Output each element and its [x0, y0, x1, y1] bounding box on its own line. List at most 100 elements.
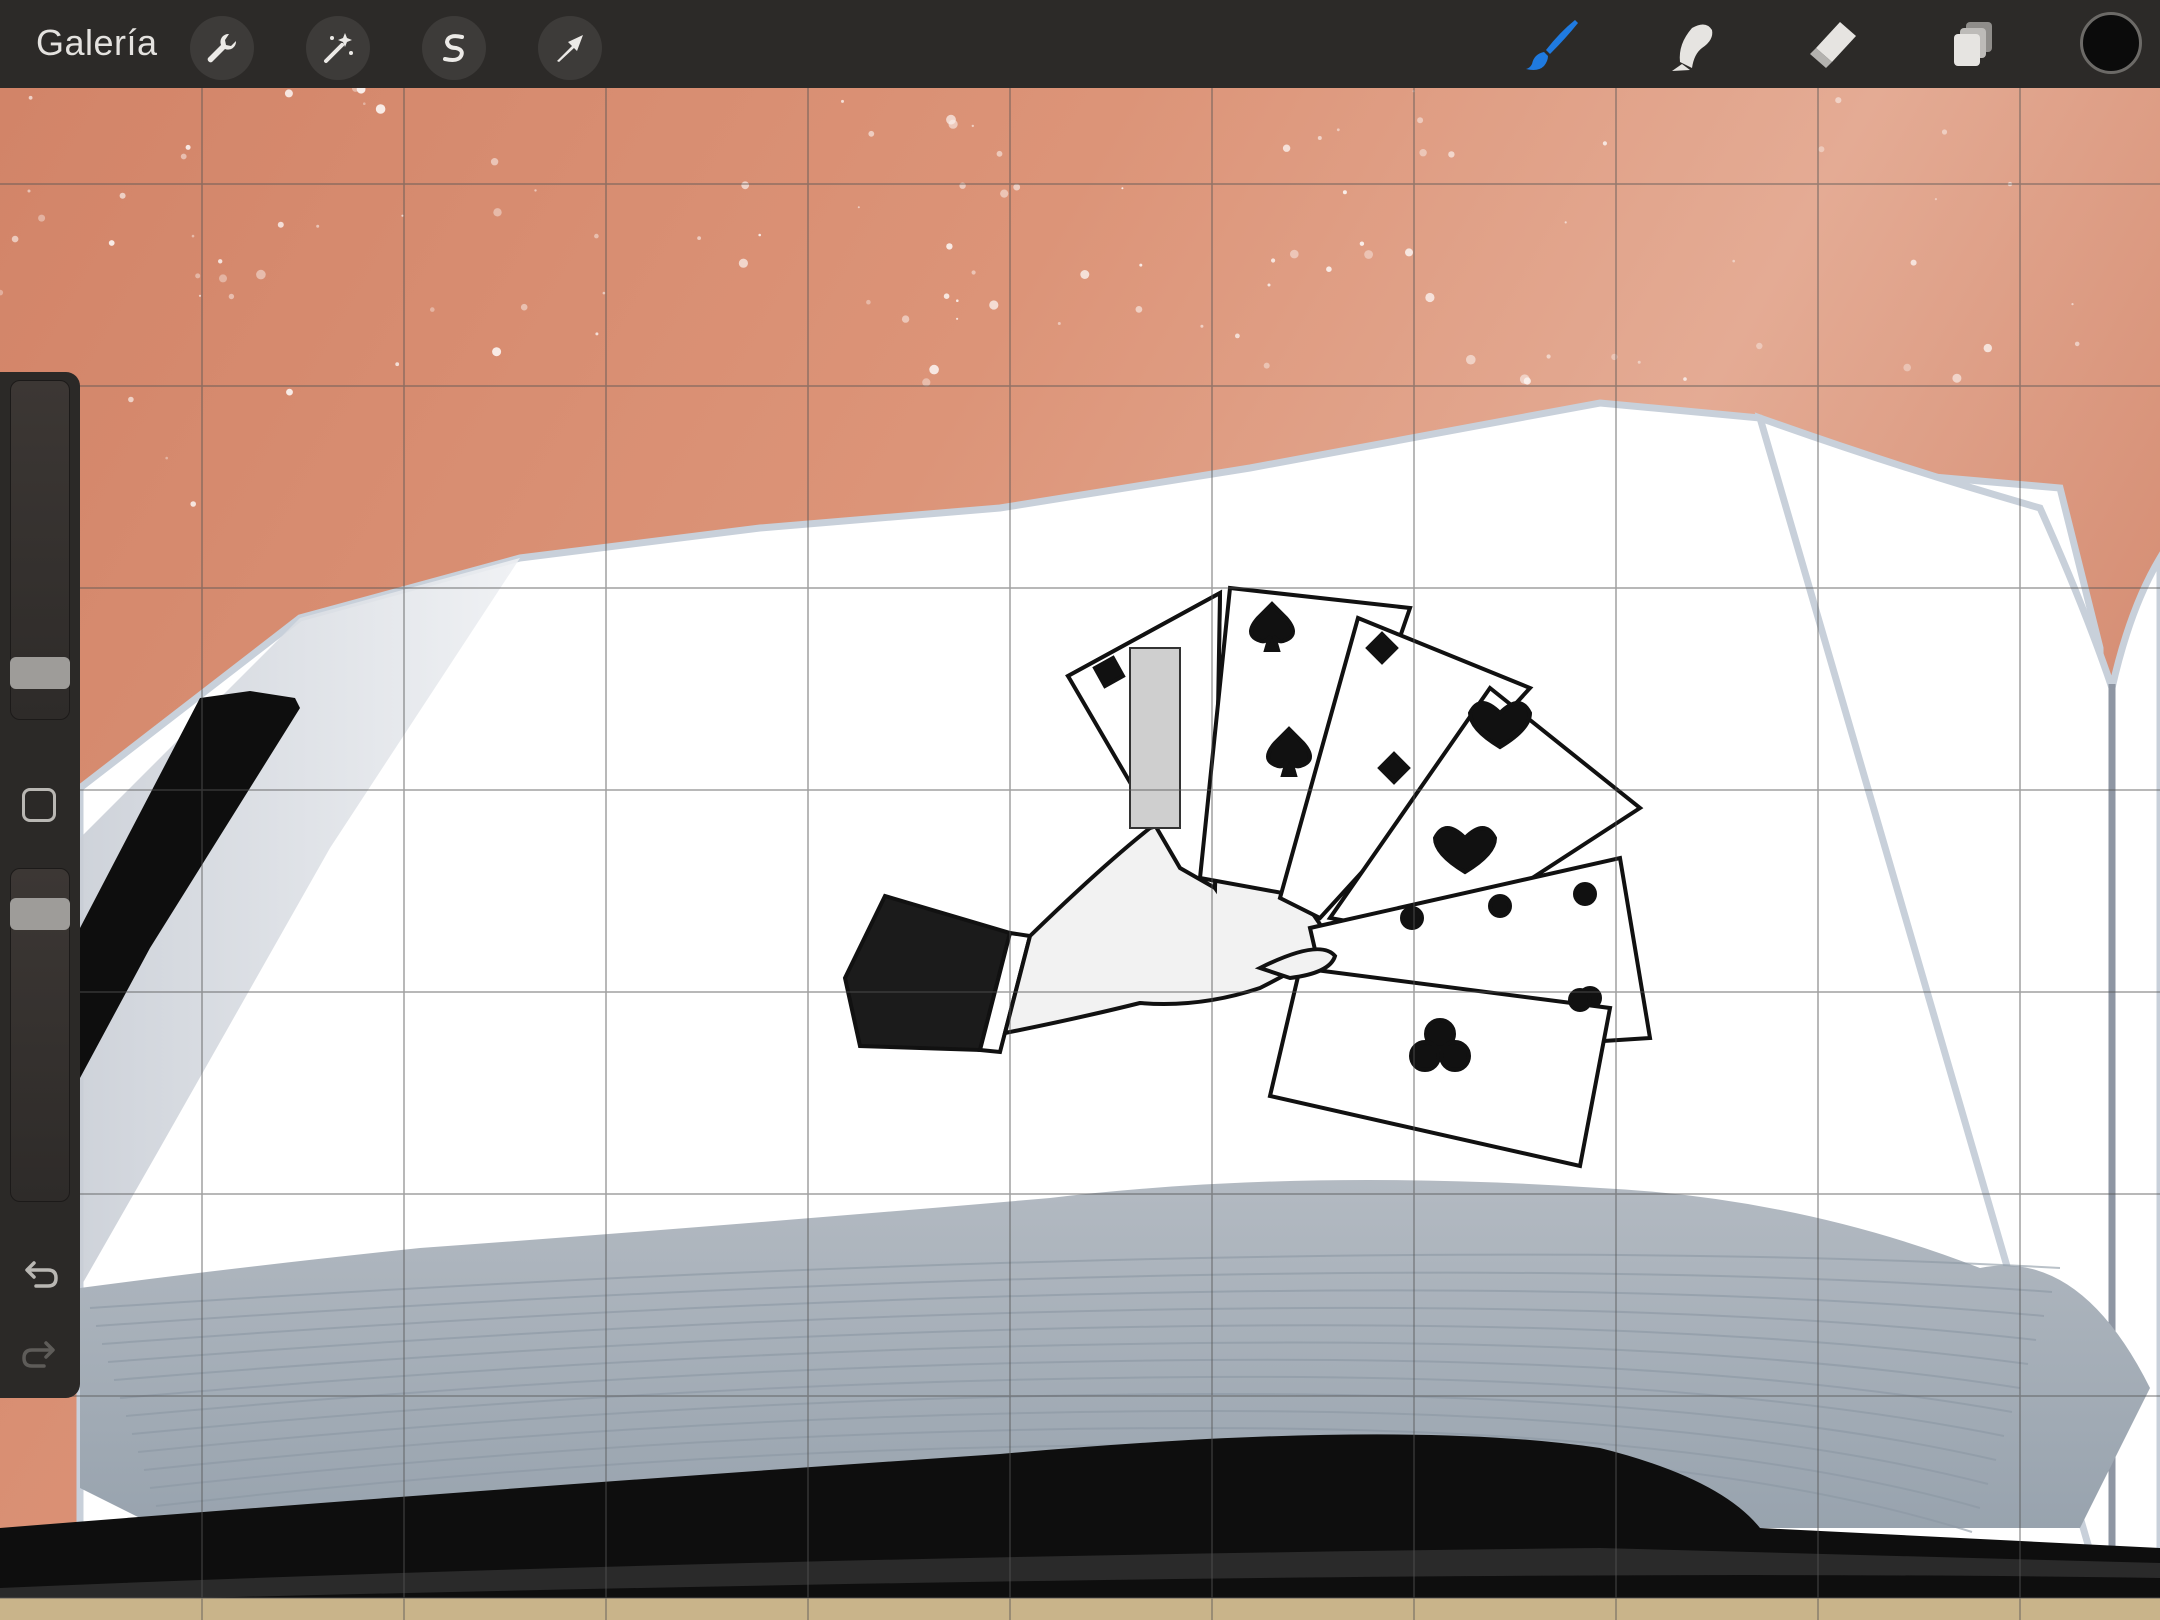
gallery-button[interactable]: Galería: [36, 22, 158, 64]
star-dot: [1317, 136, 1322, 140]
star-dot: [218, 259, 223, 264]
star-dot: [119, 192, 126, 199]
star-dot: [1910, 259, 1917, 266]
star-dot: [284, 89, 293, 98]
star-dot: [1000, 189, 1009, 198]
star-dot: [996, 150, 1003, 157]
star-dot: [901, 315, 910, 323]
adjustments-button[interactable]: [306, 16, 370, 80]
star-dot: [256, 269, 266, 280]
actions-button[interactable]: [190, 16, 254, 80]
star-dot: [989, 300, 999, 310]
star-dot: [1637, 360, 1641, 364]
modify-button[interactable]: [22, 788, 56, 822]
star-dot: [738, 258, 749, 268]
star-dot: [2074, 341, 2080, 347]
star-dot: [1290, 249, 1299, 259]
star-dot: [1342, 190, 1347, 195]
star-dot: [165, 456, 168, 460]
star-dot: [1405, 248, 1413, 257]
star-dot: [741, 181, 750, 190]
star-dot: [1466, 354, 1476, 365]
star-dot: [868, 130, 875, 137]
star-dot: [108, 240, 115, 246]
star-dot: [316, 224, 320, 228]
star-dot: [1263, 362, 1270, 369]
star-dot: [363, 102, 366, 105]
star-dot: [1057, 322, 1061, 325]
color-picker-button[interactable]: [2080, 12, 2142, 74]
star-dot: [1417, 117, 1424, 124]
star-dot: [1139, 263, 1143, 267]
star-dot: [1732, 259, 1735, 263]
star-dot: [198, 294, 202, 297]
brush-tool-button[interactable]: [1520, 14, 1584, 74]
star-dot: [534, 189, 537, 192]
star-dot: [180, 153, 187, 160]
star-dot: [866, 299, 871, 305]
layers-tool-button[interactable]: [1940, 14, 2004, 74]
star-dot: [948, 119, 958, 129]
redo-arrow-icon: [22, 1341, 55, 1368]
star-dot: [1934, 198, 1937, 201]
star-dot: [1267, 283, 1271, 287]
star-dot: [1364, 250, 1373, 259]
star-dot: [493, 208, 502, 217]
star-dot: [228, 293, 235, 300]
star-dot: [1683, 377, 1687, 381]
star-dot: [971, 124, 974, 128]
transform-button[interactable]: [538, 16, 602, 80]
star-dot: [492, 347, 502, 357]
redo-button[interactable]: [18, 1334, 62, 1374]
wrench-icon: [207, 33, 237, 63]
star-dot: [520, 303, 528, 311]
star-dot: [2071, 303, 2074, 306]
star-dot: [1903, 363, 1911, 372]
star-dot: [1336, 128, 1340, 132]
star-dot: [1952, 373, 1962, 383]
star-dot: [1271, 258, 1276, 263]
star-dot: [1835, 97, 1842, 104]
brush-size-slider-thumb[interactable]: [10, 657, 70, 690]
star-dot: [697, 236, 701, 241]
star-dot: [956, 317, 959, 320]
star-dot: [1200, 324, 1204, 328]
star-dot: [929, 364, 939, 375]
star-dot: [128, 396, 134, 403]
left-sidebar: [0, 372, 80, 1398]
magic-wand-icon: [324, 33, 353, 63]
eraser-tool-button[interactable]: [1800, 14, 1864, 74]
artwork: [0, 88, 2160, 1620]
undo-arrow-icon: [25, 1261, 58, 1288]
selection-button[interactable]: [422, 16, 486, 80]
star-dot: [28, 95, 33, 100]
star-dot: [971, 270, 976, 275]
star-dot: [11, 235, 19, 243]
star-dot: [1756, 342, 1763, 350]
drawing-canvas[interactable]: [0, 88, 2160, 1620]
undo-button[interactable]: [18, 1254, 62, 1294]
star-dot: [594, 233, 599, 239]
opacity-slider-thumb[interactable]: [10, 898, 70, 931]
star-dot: [1983, 343, 1993, 353]
star-dot: [286, 388, 293, 396]
star-dot: [956, 299, 959, 302]
procreate-app: Galería: [0, 0, 2160, 1620]
star-dot: [490, 158, 499, 166]
star-dot: [277, 221, 284, 228]
star-dot: [1546, 354, 1551, 359]
star-dot: [1235, 333, 1240, 339]
star-dot: [219, 274, 227, 283]
star-dot: [1135, 306, 1143, 313]
star-dot: [195, 273, 201, 279]
star-dot: [38, 214, 46, 222]
star-dot: [395, 362, 400, 367]
smudge-tool-button[interactable]: [1660, 14, 1724, 74]
star-dot: [943, 293, 950, 299]
star-dot: [841, 99, 844, 103]
star-dot: [1425, 292, 1435, 303]
star-dot: [1602, 141, 1607, 146]
star-dot: [1818, 146, 1825, 153]
star-dot: [595, 332, 599, 336]
star-dot: [191, 234, 195, 238]
